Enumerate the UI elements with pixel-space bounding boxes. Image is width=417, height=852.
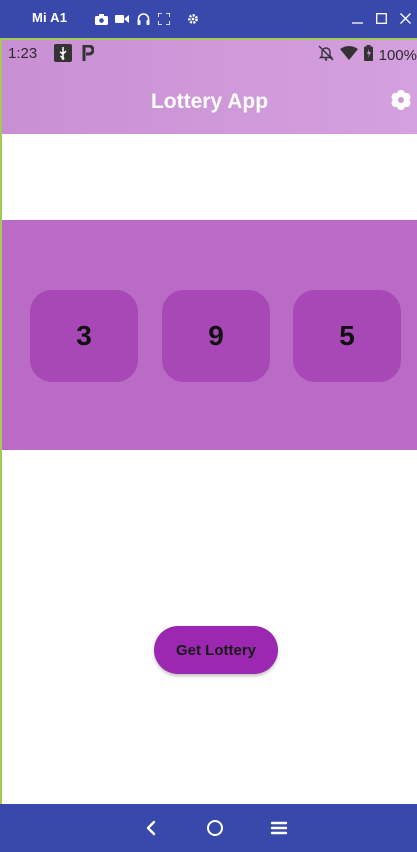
- lottery-number-card: 5: [293, 290, 401, 382]
- status-time: 1:23: [8, 45, 38, 62]
- camera-icon[interactable]: [94, 12, 108, 26]
- status-bar: 1:23 100%: [2, 40, 417, 68]
- fullscreen-icon[interactable]: [157, 12, 171, 26]
- lottery-number-band: 3 9 5: [2, 220, 417, 450]
- p-icon: [82, 44, 95, 65]
- video-icon[interactable]: [115, 12, 129, 26]
- close-icon[interactable]: [399, 11, 411, 25]
- battery-percent: 100%: [378, 46, 417, 64]
- mute-icon: [318, 45, 334, 65]
- emulator-toolbar: [94, 12, 200, 26]
- lottery-number-card: 3: [30, 290, 138, 382]
- maximize-icon[interactable]: [375, 11, 387, 25]
- minimize-icon[interactable]: [351, 11, 363, 25]
- recents-icon[interactable]: [270, 820, 288, 836]
- app-title: Lottery App: [150, 90, 269, 113]
- settings-icon[interactable]: [186, 12, 200, 26]
- status-right: 100%: [318, 45, 417, 65]
- battery-icon: [363, 45, 373, 65]
- status-left-icons: [54, 44, 95, 66]
- back-icon[interactable]: [143, 818, 161, 838]
- get-lottery-button[interactable]: Get Lottery: [154, 626, 278, 674]
- device-name: Mi A1: [32, 10, 68, 25]
- wifi-icon: [339, 46, 358, 64]
- flower-icon[interactable]: [387, 86, 415, 114]
- app-header: 1:23 100% Lottery App: [2, 40, 417, 134]
- home-icon[interactable]: [205, 818, 225, 838]
- emulator-title-bar: Mi A1: [0, 0, 417, 38]
- navigation-bar: [0, 804, 417, 852]
- device-screen: 1:23 100% Lottery App 3 9 5 Get Lottery: [0, 38, 417, 804]
- headset-icon[interactable]: [136, 12, 150, 26]
- lottery-number-card: 9: [162, 290, 270, 382]
- usb-icon: [54, 44, 72, 66]
- window-controls: [351, 11, 411, 25]
- app-bar: Lottery App: [2, 68, 417, 134]
